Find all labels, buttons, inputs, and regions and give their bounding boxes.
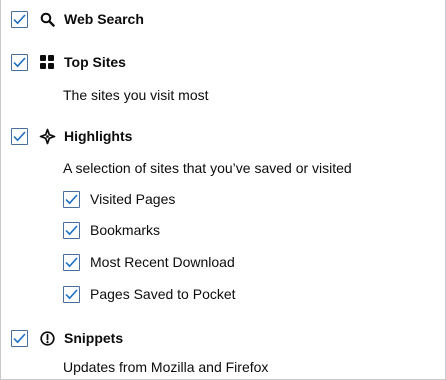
grid-icon: [38, 53, 56, 71]
checkmark-icon: [13, 332, 26, 343]
highlights-label: Highlights: [64, 128, 133, 144]
info-icon: [38, 329, 56, 347]
bookmarks-option[interactable]: Bookmarks: [63, 219, 160, 241]
snippets-checkbox[interactable]: [11, 329, 28, 347]
most-recent-download-checkbox[interactable]: [63, 253, 80, 271]
snippets-row[interactable]: Snippets: [11, 327, 123, 349]
most-recent-download-label: Most Recent Download: [90, 254, 235, 270]
checkmark-icon: [13, 56, 26, 67]
web-search-checkbox[interactable]: [11, 10, 28, 28]
checkmark-icon: [65, 256, 78, 267]
checkmark-icon: [13, 13, 26, 24]
highlights-checkbox[interactable]: [11, 127, 28, 145]
visited-pages-checkbox[interactable]: [63, 190, 80, 208]
checkmark-icon: [65, 288, 78, 299]
snippets-description: Updates from Mozilla and Firefox: [63, 359, 269, 375]
sparkle-icon: [38, 127, 56, 145]
most-recent-download-option[interactable]: Most Recent Download: [63, 251, 235, 273]
snippets-label: Snippets: [64, 330, 124, 346]
pages-saved-to-pocket-option[interactable]: Pages Saved to Pocket: [63, 283, 236, 305]
top-sites-description: The sites you visit most: [63, 87, 209, 103]
checkmark-icon: [65, 224, 78, 235]
bookmarks-checkbox[interactable]: [63, 221, 80, 239]
pages-saved-to-pocket-checkbox[interactable]: [63, 285, 80, 303]
checkmark-icon: [65, 193, 78, 204]
web-search-row[interactable]: Web Search: [11, 8, 144, 30]
pages-saved-to-pocket-label: Pages Saved to Pocket: [90, 286, 236, 302]
visited-pages-label: Visited Pages: [90, 191, 176, 207]
web-search-label: Web Search: [64, 11, 144, 27]
highlights-row[interactable]: Highlights: [11, 125, 132, 147]
bookmarks-label: Bookmarks: [90, 222, 161, 238]
top-sites-row[interactable]: Top Sites: [11, 51, 126, 73]
top-sites-checkbox[interactable]: [11, 53, 28, 71]
visited-pages-option[interactable]: Visited Pages: [63, 188, 175, 210]
checkmark-icon: [13, 130, 26, 141]
top-sites-label: Top Sites: [64, 54, 126, 70]
highlights-description: A selection of sites that you’ve saved o…: [63, 160, 352, 176]
search-icon: [38, 10, 56, 28]
